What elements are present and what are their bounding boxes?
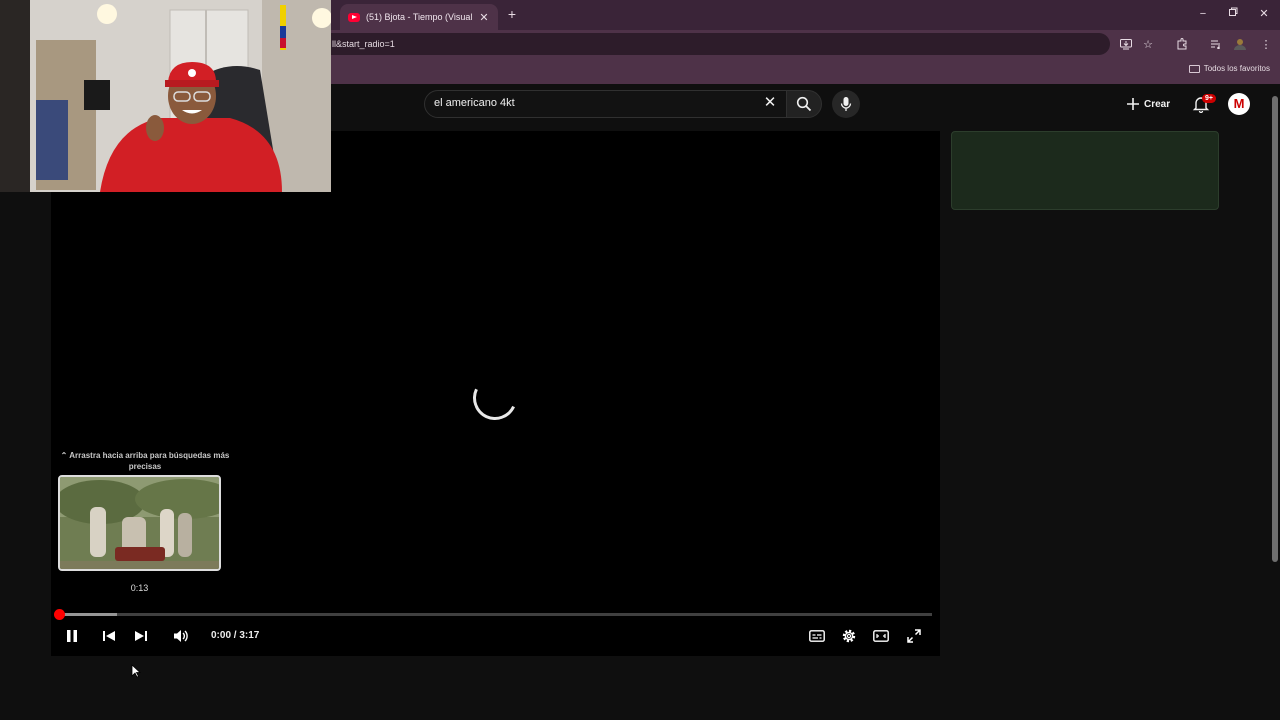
- kebab-menu-icon[interactable]: ⋮: [1258, 36, 1274, 52]
- restore-icon[interactable]: [1226, 6, 1240, 22]
- volume-button[interactable]: [172, 628, 190, 644]
- seek-hint: ⌃ Arrastra hacia arriba para búsquedas m…: [60, 451, 230, 471]
- sidebar-panel: [951, 131, 1219, 210]
- mouse-cursor-icon: [131, 664, 141, 678]
- extensions-icon[interactable]: [1174, 36, 1190, 52]
- previous-icon: [103, 631, 115, 641]
- theater-mode-button[interactable]: [872, 628, 890, 644]
- progress-bar[interactable]: [59, 613, 932, 616]
- volume-icon: [174, 630, 188, 642]
- star-icon[interactable]: ☆: [1140, 36, 1156, 52]
- profile-icon[interactable]: [1232, 36, 1248, 52]
- progress-scrubber[interactable]: [54, 609, 65, 620]
- settings-button[interactable]: [840, 628, 858, 644]
- theater-mode-icon: [873, 630, 889, 642]
- voice-search-button[interactable]: [832, 90, 860, 118]
- fullscreen-icon: [907, 629, 921, 643]
- scrollbar-thumb[interactable]: [1272, 96, 1278, 562]
- search-query[interactable]: el americano 4kt: [434, 97, 515, 109]
- create-label: Crear: [1144, 98, 1171, 110]
- close-window-icon[interactable]: ✕: [1257, 6, 1271, 22]
- next-button[interactable]: [132, 628, 150, 644]
- notification-badge: 9+: [1202, 94, 1216, 103]
- install-app-icon[interactable]: [1118, 36, 1134, 52]
- plus-icon: [1127, 98, 1139, 110]
- close-icon[interactable]: ✕: [478, 11, 490, 24]
- subtitles-button[interactable]: [808, 628, 826, 644]
- browser-tab[interactable]: (51) Bjota - Tiempo (Visualizer) ✕: [340, 4, 498, 30]
- pause-icon: [67, 630, 77, 642]
- clear-search-icon[interactable]: ✕: [762, 95, 778, 111]
- media-control-icon[interactable]: [1208, 36, 1224, 52]
- bookmarks-folder-label: Todos los favoritos: [1203, 64, 1270, 73]
- search-button[interactable]: [786, 90, 822, 118]
- next-icon: [135, 631, 147, 641]
- folder-icon: [1188, 64, 1200, 73]
- time-display: 0:00 / 3:17: [211, 630, 260, 641]
- minimize-icon[interactable]: −: [1196, 6, 1210, 22]
- bookmarks-folder[interactable]: Todos los favoritos: [1188, 64, 1270, 73]
- create-button[interactable]: Crear: [1126, 92, 1170, 116]
- url-text[interactable]: ll&start_radio=1: [332, 39, 395, 49]
- previous-button[interactable]: [100, 628, 118, 644]
- tab-title: (51) Bjota - Tiempo (Visualizer): [366, 12, 472, 22]
- screen: { "browser": { "tab": { "title": "(51) B…: [0, 0, 1280, 720]
- seek-preview-thumbnail: [58, 475, 221, 571]
- webcam-overlay: [0, 0, 331, 192]
- progress-buffered: [59, 613, 118, 616]
- youtube-favicon-icon: [348, 12, 360, 22]
- microphone-icon: [840, 97, 852, 111]
- new-tab-button[interactable]: +: [505, 5, 519, 23]
- fullscreen-button[interactable]: [905, 628, 923, 644]
- settings-icon: [842, 629, 856, 643]
- search-icon: [796, 96, 812, 112]
- account-avatar[interactable]: M: [1228, 93, 1250, 115]
- subtitles-icon: [809, 630, 825, 642]
- pause-button[interactable]: [63, 628, 81, 644]
- seek-preview-time: 0:13: [130, 583, 149, 593]
